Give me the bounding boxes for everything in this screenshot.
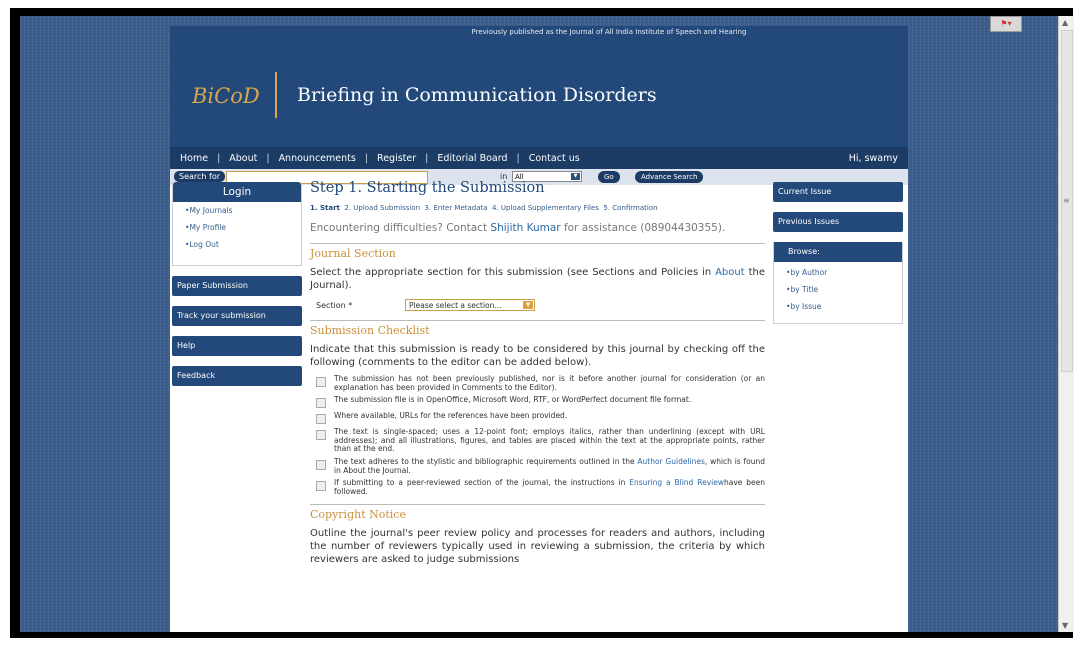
divider <box>310 243 765 244</box>
checklist-item: Where available, URLs for the references… <box>316 411 765 425</box>
step-start[interactable]: 1. Start <box>310 204 340 212</box>
sidebar-paper-submission[interactable]: Paper Submission <box>172 276 302 296</box>
checklist-text: The submission file is in OpenOffice, Mi… <box>334 395 692 405</box>
site-title[interactable]: Briefing in Communication Disorders <box>297 84 657 106</box>
step-supplementary[interactable]: 4. Upload Supplementary Files <box>492 204 599 212</box>
scroll-grip-icon: ≡ <box>1063 196 1070 205</box>
scroll-up-icon[interactable]: ▲ <box>1062 18 1068 27</box>
nav-separator: | <box>217 152 221 164</box>
section-label: Section * <box>316 301 353 310</box>
nav-announcements[interactable]: Announcements <box>279 153 356 164</box>
about-link[interactable]: About <box>715 267 745 278</box>
checklist-intro: Indicate that this submission is ready t… <box>310 344 765 368</box>
nav-separator: | <box>425 152 429 164</box>
login-block: Login My Journals My Profile Log Out <box>172 182 302 266</box>
checklist-checkbox[interactable] <box>316 459 326 470</box>
checklist-item: The text is single-spaced; uses a 12-poi… <box>316 427 765 454</box>
right-sidebar: Current Issue Previous Issues Browse: by… <box>773 182 903 324</box>
checklist-checkbox[interactable] <box>316 414 326 425</box>
left-sidebar: Login My Journals My Profile Log Out Pap… <box>172 182 302 386</box>
checklist-checkbox[interactable] <box>316 377 326 387</box>
divider <box>310 320 765 321</box>
item6-prefix: If submitting to a peer-reviewed section… <box>334 478 626 488</box>
site-header: BiCoD Briefing in Communication Disorder… <box>170 36 908 147</box>
browse-by-issue[interactable]: by Issue <box>786 302 902 311</box>
banner-text: Previously published as the Journal of A… <box>471 28 747 36</box>
divider <box>310 504 765 506</box>
checklist-checkbox[interactable] <box>316 398 326 409</box>
browse-by-title[interactable]: by Title <box>786 285 902 294</box>
difficulty-prefix: Encountering difficulties? Contact <box>310 222 488 234</box>
checklist-heading: Submission Checklist <box>310 324 430 337</box>
nav-contact[interactable]: Contact us <box>529 153 580 164</box>
section-select[interactable]: Please select a section... ▼ <box>405 299 535 311</box>
nav-separator: | <box>516 152 520 164</box>
step-nav: 1. Start 2. Upload Submission 3. Enter M… <box>310 204 765 212</box>
login-links: My Journals My Profile Log Out <box>173 202 301 265</box>
checklist-text: Where available, URLs for the references… <box>334 411 568 421</box>
journal-page: Previously published as the Journal of A… <box>170 26 908 632</box>
nav-editorial-board[interactable]: Editorial Board <box>437 153 507 164</box>
copyright-text: Outline the journal's peer review policy… <box>310 528 765 566</box>
browse-block: Browse: by Author by Title by Issue <box>773 242 903 324</box>
sidebar-track-submission[interactable]: Track your submission <box>172 306 302 326</box>
main-content: Step 1. Starting the Submission 1. Start… <box>310 178 765 572</box>
flag-icon[interactable]: ⚑▾ <box>990 16 1022 32</box>
browse-title: Browse: <box>774 242 902 262</box>
browse-links: by Author by Title by Issue <box>774 262 902 323</box>
checklist-text: The text adheres to the stylistic and bi… <box>334 457 765 475</box>
step-upload[interactable]: 2. Upload Submission <box>344 204 420 212</box>
main-nav: Home | About | Announcements | Register | Ed… <box>170 147 908 169</box>
login-title: Login <box>173 182 301 202</box>
section-select-value: Please select a section... <box>409 301 502 310</box>
previous-issues-button[interactable]: Previous Issues <box>773 212 903 232</box>
top-banner: Previously published as the Journal of A… <box>170 26 908 36</box>
sidebar-help[interactable]: Help <box>172 336 302 356</box>
checklist-item: The text adheres to the stylistic and bi… <box>316 457 765 475</box>
nav-register[interactable]: Register <box>377 153 416 164</box>
difficulty-suffix: for assistance (08904430355). <box>563 222 726 234</box>
step-confirmation[interactable]: 5. Confirmation <box>603 204 657 212</box>
nav-home[interactable]: Home <box>180 153 208 164</box>
browse-by-author[interactable]: by Author <box>786 268 902 277</box>
checklist-item: The submission has not been previously p… <box>316 374 765 392</box>
chevron-down-icon: ▼ <box>523 301 533 309</box>
blind-review-link[interactable]: Ensuring a Blind Review <box>629 478 724 487</box>
step-metadata[interactable]: 3. Enter Metadata <box>425 204 488 212</box>
help-contact-text: Encountering difficulties? Contact Shiji… <box>310 222 765 234</box>
current-issue-button[interactable]: Current Issue <box>773 182 903 202</box>
user-greeting: Hi, swamy <box>848 153 898 164</box>
page-title: Step 1. Starting the Submission <box>310 180 545 196</box>
scroll-down-icon[interactable]: ▼ <box>1062 621 1068 630</box>
author-guidelines-link[interactable]: Author Guidelines <box>637 457 705 466</box>
nav-separator: | <box>364 152 369 164</box>
link-my-journals[interactable]: My Journals <box>185 206 301 215</box>
contact-link[interactable]: Shijith Kumar <box>490 222 560 234</box>
checklist-checkbox[interactable] <box>316 430 326 441</box>
journal-section-text: Select the appropriate section for this … <box>310 266 765 292</box>
checklist-text: The text is single-spaced; uses a 12-poi… <box>334 427 765 454</box>
nav-separator: | <box>266 152 270 164</box>
journal-section-heading: Journal Section <box>310 247 396 260</box>
copyright-heading: Copyright Notice <box>310 508 406 522</box>
site-logo[interactable]: BiCoD <box>192 84 260 108</box>
checklist-item: If submitting to a peer-reviewed section… <box>316 478 765 496</box>
link-log-out[interactable]: Log Out <box>185 240 301 249</box>
search-label: Search for <box>174 171 226 182</box>
logo-divider <box>275 72 277 118</box>
checklist-checkbox[interactable] <box>316 481 326 492</box>
vertical-scrollbar[interactable]: ▲ ≡ ▼ <box>1058 16 1074 632</box>
checklist-text: The submission has not been previously p… <box>334 374 765 392</box>
link-my-profile[interactable]: My Profile <box>185 223 301 232</box>
checklist-text: If submitting to a peer-reviewed section… <box>334 478 765 496</box>
section-text-prefix: Select the appropriate section for this … <box>310 267 712 278</box>
sidebar-feedback[interactable]: Feedback <box>172 366 302 386</box>
nav-about[interactable]: About <box>229 153 257 164</box>
checklist-item: The submission file is in OpenOffice, Mi… <box>316 395 765 409</box>
section-field-row: Section * Please select a section... ▼ <box>310 298 765 320</box>
